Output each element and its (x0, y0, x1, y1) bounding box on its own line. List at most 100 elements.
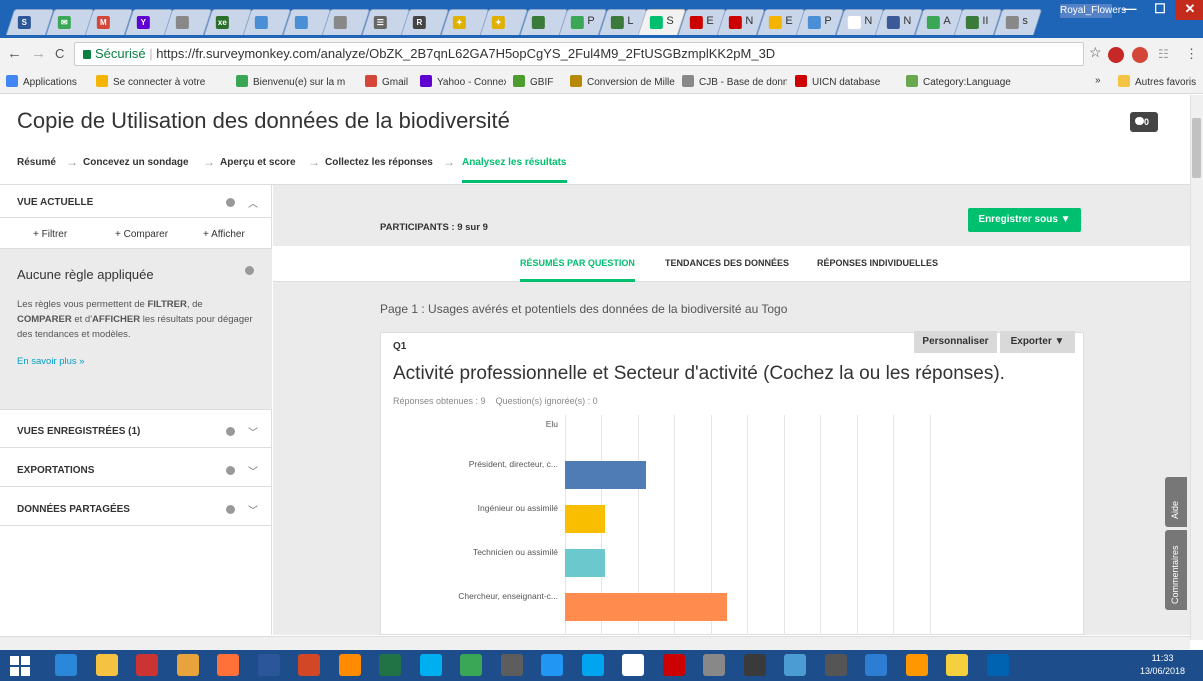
bookmark-item[interactable]: Bienvenu(e) sur la m (236, 75, 345, 88)
bookmark-item[interactable]: CJB - Base de donné (682, 75, 787, 88)
show-button[interactable]: + Afficher (203, 229, 245, 240)
system-clock[interactable]: 11:33 13/06/2018 (1140, 652, 1185, 678)
taskbar-app-icon[interactable] (460, 654, 482, 676)
windows-taskbar: 11:33 13/06/2018 (0, 650, 1203, 681)
saved-views-heading[interactable]: VUES ENREGISTRÉES (1) (17, 426, 140, 437)
help-icon[interactable] (226, 427, 235, 436)
save-as-button[interactable]: Enregistrer sous ▼ (968, 208, 1081, 232)
forward-button[interactable]: → (31, 45, 46, 62)
bookmark-item[interactable]: Conversion de Mille: (570, 75, 675, 88)
tab-favicon-icon: ✦ (452, 16, 466, 29)
taskbar-app-icon[interactable] (541, 654, 563, 676)
star-icon[interactable]: ☆ (1089, 44, 1102, 61)
taskbar-app-icon[interactable] (703, 654, 725, 676)
bookmark-item[interactable]: Yahoo - Connexion (420, 75, 506, 88)
extension-icon[interactable] (1132, 47, 1148, 63)
bookmark-item[interactable]: UICN database (795, 75, 880, 88)
bookmark-item[interactable]: Gmail (365, 75, 408, 88)
customize-button[interactable]: Personnaliser (914, 331, 997, 353)
shared-data-heading[interactable]: DONNÉES PARTAGÉES (17, 504, 130, 515)
taskbar-app-icon[interactable] (379, 654, 401, 676)
extension-icon-2[interactable]: ☷ (1158, 47, 1169, 61)
tab-favicon-icon: ✉ (57, 16, 71, 29)
step-preview[interactable]: Aperçu et score (220, 157, 296, 168)
step-design[interactable]: Concevez un sondage (83, 157, 189, 168)
chart-bar[interactable] (565, 593, 727, 621)
step-summary[interactable]: Résumé (17, 157, 56, 168)
bookmark-favicon-icon (236, 75, 248, 87)
skipped-count: Question(s) ignorée(s) : 0 (495, 396, 598, 406)
chart-bar[interactable] (565, 505, 606, 533)
comments-button[interactable]: 0 (1130, 112, 1158, 132)
taskbar-app-icon[interactable] (55, 654, 77, 676)
help-side-tab[interactable]: Aide (1165, 477, 1187, 527)
tab-favicon-icon (254, 16, 268, 29)
chart-bar[interactable] (565, 549, 606, 577)
taskbar-app-icon[interactable] (784, 654, 806, 676)
step-collect[interactable]: Collectez les réponses (325, 157, 433, 168)
tab-data-trends[interactable]: TENDANCES DES DONNÉES (665, 258, 789, 268)
adblock-extension-icon[interactable] (1108, 47, 1124, 63)
step-analyze[interactable]: Analysez les résultats (462, 157, 567, 183)
taskbar-app-icon[interactable] (865, 654, 887, 676)
taskbar-app-icon[interactable] (905, 654, 928, 676)
chevron-up-icon[interactable]: ︿ (248, 195, 258, 210)
category-label: Elu (545, 419, 558, 429)
tab-question-summaries[interactable]: RÉSUMÉS PAR QUESTION (520, 258, 635, 282)
bookmarks-more[interactable]: » (1095, 75, 1101, 86)
minimize-button[interactable]: — (1115, 0, 1145, 20)
taskbar-app-icon[interactable] (662, 654, 685, 676)
taskbar-app-icon[interactable] (176, 654, 199, 676)
chevron-down-icon[interactable]: ﹀ (248, 502, 258, 517)
horizontal-scrollbar[interactable] (0, 636, 1190, 650)
taskbar-app-icon[interactable] (622, 654, 644, 676)
export-button[interactable]: Exporter ▼ (1000, 331, 1075, 353)
taskbar-app-icon[interactable] (946, 654, 968, 676)
taskbar-app-icon[interactable] (257, 654, 280, 676)
compare-button[interactable]: + Comparer (115, 229, 168, 240)
taskbar-app-icon[interactable] (136, 654, 158, 676)
bookmark-item[interactable]: Applications (6, 75, 77, 88)
taskbar-app-icon[interactable] (743, 654, 766, 676)
chart-bar[interactable] (565, 461, 646, 489)
tab-individual-responses[interactable]: RÉPONSES INDIVIDUELLES (817, 258, 938, 268)
taskbar-app-icon[interactable] (986, 654, 1009, 676)
reload-button[interactable]: C (55, 46, 64, 61)
bookmark-item[interactable]: Category:Language (906, 75, 1011, 88)
chevron-down-icon[interactable]: ﹀ (248, 463, 258, 478)
taskbar-app-icon[interactable] (419, 654, 442, 676)
help-icon[interactable] (245, 266, 254, 275)
browser-tab[interactable]: s (993, 9, 1042, 35)
learn-more-link[interactable]: En savoir plus » (17, 356, 85, 367)
tab-favicon-icon (1005, 16, 1019, 29)
tab-favicon-icon: xe (215, 16, 229, 29)
arrow-icon: → (66, 155, 78, 169)
bookmark-item[interactable]: GBIF (513, 75, 553, 88)
other-bookmarks[interactable]: Autres favoris (1118, 75, 1196, 88)
taskbar-app-icon[interactable] (217, 654, 239, 676)
taskbar-app-icon[interactable] (824, 654, 847, 676)
taskbar-app-icon[interactable] (500, 654, 523, 676)
taskbar-app-icon[interactable] (95, 654, 118, 676)
back-button[interactable]: ← (7, 45, 22, 62)
taskbar-app-icon[interactable] (298, 654, 320, 676)
tab-favicon-icon (768, 16, 782, 29)
close-window-button[interactable]: ✕ (1175, 0, 1203, 20)
exports-heading[interactable]: EXPORTATIONS (17, 465, 94, 476)
help-icon[interactable] (226, 505, 235, 514)
bookmark-item[interactable]: Se connecter à votre (96, 75, 205, 88)
secure-label: Sécurisé (95, 46, 146, 61)
taskbar-app-icon[interactable] (581, 654, 604, 676)
help-icon[interactable] (226, 198, 235, 207)
help-icon[interactable] (226, 466, 235, 475)
chevron-down-icon[interactable]: ﹀ (248, 424, 258, 439)
maximize-button[interactable]: ☐ (1145, 0, 1175, 20)
menu-icon[interactable]: ⋮ (1185, 46, 1198, 62)
windows-start-icon[interactable] (10, 656, 30, 676)
comments-side-tab[interactable]: Commentaires (1165, 530, 1187, 610)
filter-button[interactable]: + Filtrer (33, 229, 67, 240)
address-bar[interactable]: Sécurisé | https://fr.surveymonkey.com/a… (74, 42, 1084, 66)
taskbar-app-icon[interactable] (338, 654, 361, 676)
scrollbar-thumb[interactable] (1192, 118, 1201, 178)
profile-button[interactable]: Royal_Flowers (1060, 4, 1126, 18)
